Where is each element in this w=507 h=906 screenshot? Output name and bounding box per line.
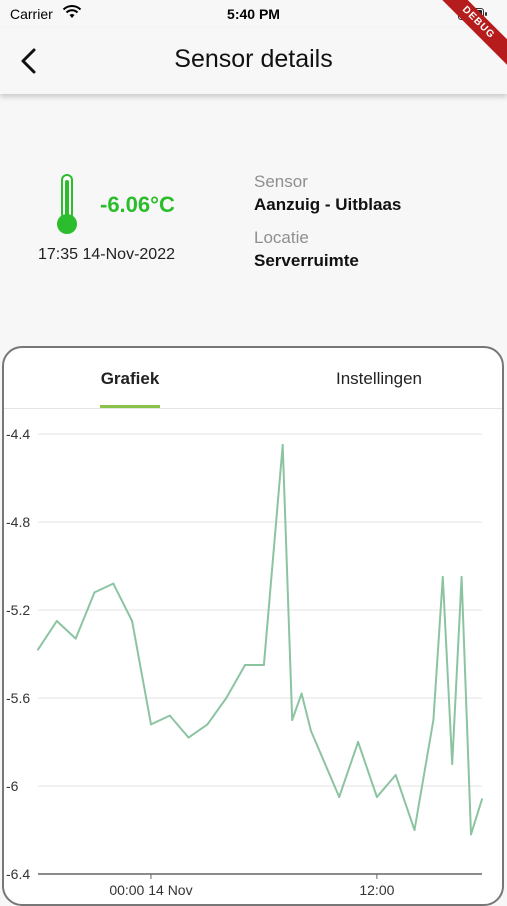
data-point (112, 582, 115, 585)
tab-instellingen[interactable]: Instellingen (314, 348, 444, 408)
data-point (319, 752, 322, 754)
sensor-summary: -6.06°C 17:35 14-Nov-2022 Sensor Aanzuig… (0, 140, 507, 290)
data-point (300, 692, 303, 695)
data-point (93, 591, 96, 594)
data-point (74, 637, 77, 640)
y-tick-label: -6.4 (6, 866, 30, 882)
data-point (225, 697, 228, 699)
data-point (131, 620, 134, 622)
app-bar: Sensor details (0, 28, 507, 94)
data-point (309, 730, 312, 732)
y-tick-label: -4.8 (6, 514, 30, 530)
data-point (460, 576, 463, 578)
data-point (291, 719, 294, 721)
data-point (357, 741, 360, 743)
last-reading-timestamp: 17:35 14-Nov-2022 (38, 246, 175, 263)
data-point (451, 763, 454, 765)
y-tick-label: -4.4 (6, 426, 30, 442)
data-point (432, 719, 435, 721)
detail-card: Grafiek Instellingen -4.4 -4.8 -5.2 -5.6 -6-… (2, 346, 504, 906)
thermometer-icon (54, 174, 80, 236)
tab-grafiek[interactable]: Grafiek (100, 348, 160, 408)
data-point (168, 714, 171, 717)
x-tick-label: 00:00 14 Nov (109, 882, 192, 898)
tab-bar: Grafiek Instellingen (4, 348, 502, 409)
data-point (338, 796, 341, 798)
chart-canvas: -4.4 -4.8 -5.2 -5.6 -6 -6.4 00:00 14 Nov 12:00 (6, 426, 483, 898)
sensor-name: Aanzuig - Uitblaas (254, 195, 402, 214)
status-time: 5:40 PM (227, 6, 280, 22)
data-point (394, 774, 397, 776)
temperature-chart[interactable]: -4.4 -4.8 -5.2 -5.6 -6 -6.4 00:00 14 Nov 12:00 (4, 408, 502, 904)
temperature-value: -6.06°C (100, 192, 175, 217)
y-tick-label: -6 (6, 778, 19, 794)
data-point (187, 736, 190, 739)
y-tick-label: -5.2 (6, 602, 30, 618)
data-point (441, 576, 444, 578)
data-point (206, 723, 209, 726)
x-tick-label: 12:00 (359, 882, 394, 898)
data-point (281, 444, 284, 446)
series-line (37, 444, 483, 836)
data-point (149, 723, 152, 726)
data-point (413, 829, 416, 831)
data-point (470, 833, 473, 836)
data-point (244, 664, 247, 666)
data-point (37, 648, 39, 651)
status-bar: Carrier 5:40 PM (0, 0, 507, 28)
location-label: Locatie (254, 228, 309, 247)
page-title: Sensor details (174, 45, 333, 73)
sensor-label: Sensor (254, 172, 308, 191)
data-point (481, 798, 483, 801)
data-point (262, 664, 265, 666)
y-tick-label: -5.6 (6, 690, 30, 706)
location-name: Serverruimte (254, 251, 359, 270)
data-point (55, 620, 58, 622)
data-point (375, 796, 378, 798)
